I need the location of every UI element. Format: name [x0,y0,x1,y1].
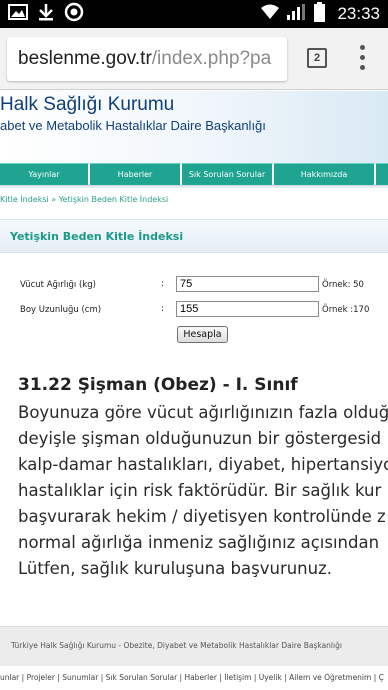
weight-example: Örnek: 50 [322,280,364,290]
status-bar: 23:33 [0,0,388,28]
system-icons: 23:33 [260,2,380,26]
bmi-result-title: 31.22 Şişman (Obez) - I. Sınıf [18,375,298,395]
nav-item-haberler[interactable]: Haberler [90,163,182,185]
notification-circle-icon [64,2,84,26]
url-host: beslenme.gov.tr [18,48,152,69]
nav-item-more[interactable] [376,163,388,185]
address-bar[interactable]: beslenme.gov.tr/index.php?pa [7,37,287,81]
site-header: Halk Sağlığı Kurumu abet ve Metabolik Ha… [0,91,388,163]
nav-item-hakkimizda[interactable]: Hakkımızda [274,163,376,185]
result-line: Boyunuza göre vücut ağırlığınızın fazla … [18,403,388,422]
site-title[interactable]: Halk Sağlığı Kurumu [0,94,174,116]
nav-divider [0,185,388,189]
image-icon [8,3,28,25]
breadcrumb[interactable]: Kitle İndeksi » Yetişkin Beden Kitle İnd… [0,195,168,204]
height-colon: : [161,304,165,314]
url-path: /index.php?pa [151,48,272,69]
result-line: başvurarak hekim / diyetisyen kontrolünd… [18,507,386,526]
height-label: Boy Uzunluğu (cm) [20,305,102,315]
result-line: hastalıklar için risk faktörüdür. Bir sa… [18,481,382,500]
nav-item-sss[interactable]: Sık Sorulan Sorular [182,163,274,185]
calculate-button[interactable]: Hesapla [177,326,228,343]
battery-icon [314,2,326,26]
bmi-result-text: Boyunuza göre vücut ağırlığınızın fazla … [18,400,388,582]
overflow-menu-icon[interactable] [356,45,368,71]
page-title: Yetişkin Beden Kitle İndeksi [10,230,184,243]
result-line: normal ağırlığa inmeniz sağlığınız açısı… [18,533,380,552]
url-text[interactable]: beslenme.gov.tr/index.php?pa [18,48,271,70]
result-line: deyişle şişman olduğunuzun bir gösterges… [18,429,382,448]
weight-input[interactable] [176,276,319,292]
result-line: kalp-damar hastalıkları, diyabet, hipert… [18,455,388,474]
main-nav: Yayınlar Haberler Sık Sorulan Sorular Ha… [0,163,388,185]
download-icon [38,3,54,25]
wifi-icon [260,4,280,24]
web-page: Halk Sağlığı Kurumu abet ve Metabolik Ha… [0,91,388,690]
result-line: Lütfen, sağlık kuruluşuna başvurunuz. [18,559,333,578]
section-header: Yetişkin Beden Kitle İndeksi [0,219,388,253]
nav-item-yayinlar[interactable]: Yayınlar [0,163,90,185]
height-example: Örnek :170 [322,305,370,315]
weight-label: Vücut Ağırlığı (kg) [20,280,96,290]
site-footer: Türkiye Halk Sağlığı Kurumu - Obezite, D… [0,626,388,666]
site-subtitle: abet ve Metabolik Hastalıklar Daire Başk… [0,118,266,133]
weight-colon: : [161,279,165,289]
signal-icon [286,3,308,25]
footer-links[interactable]: unlar | Projeler | Sunumlar | Sık Sorula… [0,673,388,682]
tab-switcher-button[interactable]: 2 [307,48,327,68]
browser-toolbar: beslenme.gov.tr/index.php?pa 2 [0,28,388,90]
footer-text: Türkiye Halk Sağlığı Kurumu - Obezite, D… [11,641,342,650]
notification-icons [8,2,84,26]
height-input[interactable] [176,301,319,317]
clock: 23:33 [337,4,380,23]
